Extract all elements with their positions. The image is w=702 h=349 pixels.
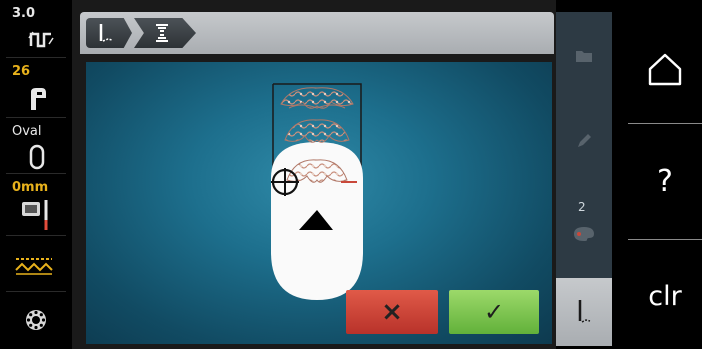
hoop-value: Oval bbox=[12, 124, 42, 139]
confirm-button[interactable]: ✓ bbox=[449, 290, 539, 334]
presser-foot-value: 26 bbox=[12, 64, 31, 79]
breadcrumb bbox=[80, 12, 554, 54]
help-button[interactable]: ? bbox=[628, 134, 702, 228]
hoop-preview[interactable] bbox=[271, 82, 363, 300]
bobbin-icon bbox=[26, 310, 46, 330]
breadcrumb-needle-mode[interactable] bbox=[86, 18, 132, 48]
presser-foot-cell[interactable]: 26 bbox=[6, 60, 66, 118]
needle-position-cell[interactable]: 0mm bbox=[6, 176, 66, 236]
home-button[interactable] bbox=[628, 24, 702, 114]
needle-button[interactable] bbox=[556, 278, 612, 346]
home-icon bbox=[648, 53, 682, 86]
stitch-width-cell[interactable]: 3.0 bbox=[6, 2, 66, 58]
side-toolbar: 2 bbox=[556, 12, 612, 346]
color-palette-icon bbox=[574, 227, 594, 241]
pencil-icon bbox=[578, 134, 591, 147]
folder-icon bbox=[576, 51, 592, 62]
breadcrumb-stitch-pattern[interactable] bbox=[134, 18, 196, 48]
needle-icon bbox=[578, 300, 591, 323]
embroidery-screen: 3.0 26 Oval 0mm × ✓ 2 ? clr bbox=[0, 0, 702, 349]
feed-dog-cell[interactable] bbox=[6, 238, 66, 292]
feed-dog-icon bbox=[15, 258, 53, 275]
checkmark-icon: ✓ bbox=[483, 298, 505, 326]
clear-button[interactable]: clr bbox=[628, 250, 702, 342]
hoop-cell[interactable]: Oval bbox=[6, 120, 66, 174]
nav-divider bbox=[628, 123, 702, 124]
nav-divider bbox=[628, 239, 702, 240]
edit-button[interactable] bbox=[556, 116, 612, 166]
right-nav-bar: ? clr bbox=[628, 0, 702, 349]
help-label: ? bbox=[657, 163, 673, 199]
oval-hoop-icon bbox=[29, 144, 45, 170]
needle-plate-icon bbox=[22, 200, 48, 230]
clear-label: clr bbox=[648, 280, 682, 312]
needle-mode-icon bbox=[99, 24, 113, 42]
stitch-width-icon bbox=[28, 31, 54, 48]
cancel-button[interactable]: × bbox=[346, 290, 438, 334]
needle-position-value: 0mm bbox=[12, 180, 49, 195]
stitch-pattern-icon bbox=[156, 24, 168, 42]
color-button[interactable]: 2 bbox=[556, 198, 612, 252]
folder-button[interactable] bbox=[556, 32, 612, 80]
stitch-width-value: 3.0 bbox=[12, 6, 36, 21]
color-count-badge: 2 bbox=[578, 200, 586, 214]
presser-foot-icon bbox=[31, 88, 46, 110]
bobbin-cell[interactable] bbox=[6, 294, 66, 348]
left-status-bar: 3.0 26 Oval 0mm bbox=[0, 0, 72, 349]
close-icon: × bbox=[381, 297, 403, 327]
